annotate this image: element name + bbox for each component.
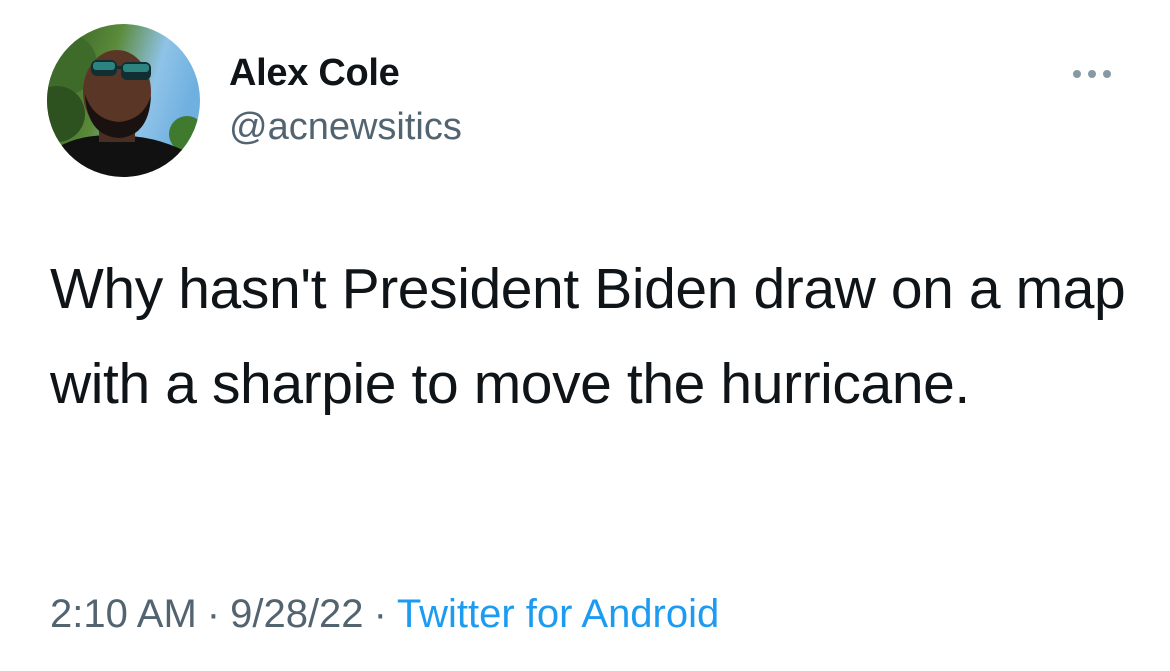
more-horizontal-icon[interactable]: [1068, 64, 1116, 84]
avatar-photo: [47, 24, 200, 177]
tweet-time[interactable]: 2:10 AM: [50, 592, 197, 636]
tweet-card: Alex Cole @acnewsitics Why hasn't Presid…: [0, 0, 1170, 671]
avatar[interactable]: [47, 24, 200, 177]
tweet-source-link[interactable]: Twitter for Android: [397, 592, 719, 636]
meta-separator: ·: [373, 592, 387, 636]
user-handle[interactable]: @acnewsitics: [229, 106, 462, 149]
tweet-date[interactable]: 9/28/22: [230, 592, 363, 636]
tweet-meta: 2:10 AM · 9/28/22 · Twitter for Android: [50, 592, 719, 637]
display-name[interactable]: Alex Cole: [229, 52, 400, 95]
meta-separator: ·: [206, 592, 221, 636]
tweet-text: Why hasn't President Biden draw on a map…: [50, 257, 1126, 416]
